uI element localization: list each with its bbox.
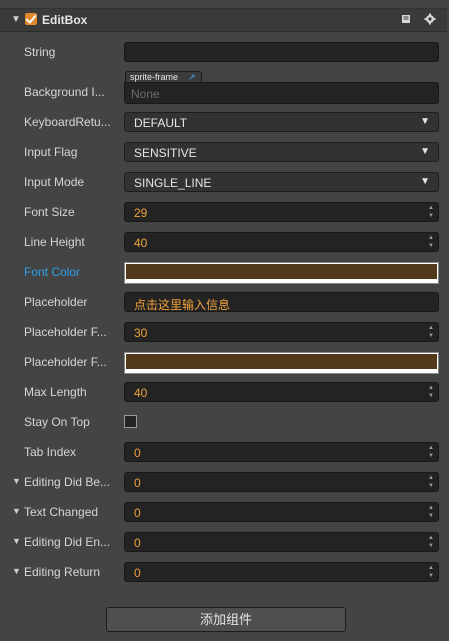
number-stepper[interactable]: ▲ ▼ — [427, 204, 437, 220]
event-label: Editing Did En... — [24, 535, 111, 549]
placeholder-input[interactable]: 点击这里输入信息 — [124, 292, 439, 312]
number-value: 0 — [134, 536, 141, 550]
prop-label: Font Size — [24, 205, 75, 219]
prop-placeholder-font-size: Placeholder F... 30 ▲ ▼ — [0, 320, 449, 346]
max-length-input[interactable]: 40 ▲ ▼ — [124, 382, 439, 402]
keyboard-return-select[interactable]: DEFAULT ▼ — [124, 112, 439, 132]
number-value: 0 — [134, 446, 141, 460]
prop-label: Background I... — [24, 85, 105, 99]
number-stepper[interactable]: ▲ ▼ — [427, 324, 437, 340]
number-value: 0 — [134, 476, 141, 490]
prop-label: Placeholder F... — [24, 355, 107, 369]
enabled-checkbox[interactable] — [25, 13, 37, 25]
select-value: SINGLE_LINE — [134, 176, 212, 190]
number-value: 29 — [134, 206, 148, 220]
prop-font-color: Font Color — [0, 260, 449, 286]
color-swatch — [126, 354, 437, 369]
event-count-input[interactable]: 0 ▲ ▼ — [124, 562, 439, 582]
number-value: 0 — [134, 506, 141, 520]
number-value: 40 — [134, 236, 148, 250]
number-stepper[interactable]: ▲ ▼ — [427, 564, 437, 580]
event-count-input[interactable]: 0 ▲ ▼ — [124, 532, 439, 552]
line-height-input[interactable]: 40 ▲ ▼ — [124, 232, 439, 252]
number-stepper[interactable]: ▲ ▼ — [427, 384, 437, 400]
prop-input-flag: Input Flag SENSITIVE ▼ — [0, 140, 449, 166]
component-title: EditBox — [42, 13, 88, 27]
event-editing-did-end[interactable]: ▼ Editing Did En... 0 ▲ ▼ — [0, 530, 449, 556]
event-count-input[interactable]: 0 ▲ ▼ — [124, 472, 439, 492]
prop-input-mode: Input Mode SINGLE_LINE ▼ — [0, 170, 449, 196]
select-value: SENSITIVE — [134, 146, 197, 160]
number-stepper[interactable]: ▲ ▼ — [427, 444, 437, 460]
prop-label: KeyboardRetu... — [24, 115, 111, 129]
string-input[interactable] — [124, 42, 439, 62]
prop-label: Tab Index — [24, 445, 77, 459]
prop-label: Max Length — [24, 385, 87, 399]
component-header[interactable]: ▼ EditBox — [0, 8, 447, 32]
sprite-frame-type: sprite-frame — [130, 72, 179, 82]
inspector-panel: ▼ EditBox String Background I... sprite-… — [0, 0, 449, 641]
expand-arrow-icon[interactable]: ▼ — [12, 566, 21, 576]
event-count-input[interactable]: 0 ▲ ▼ — [124, 502, 439, 522]
number-value: 40 — [134, 386, 148, 400]
number-stepper[interactable]: ▲ ▼ — [427, 474, 437, 490]
event-label: Editing Did Be... — [24, 475, 111, 489]
event-label: Editing Return — [24, 565, 101, 579]
color-swatch — [126, 264, 437, 279]
add-component-button[interactable]: 添加组件 — [106, 607, 346, 632]
gear-icon[interactable] — [424, 13, 436, 25]
prop-label: String — [24, 45, 56, 59]
background-image-value: None — [131, 87, 160, 101]
prop-placeholder-font-color: Placeholder F... — [0, 350, 449, 376]
prop-label: Stay On Top — [24, 415, 90, 429]
expand-arrow-icon[interactable]: ▼ — [12, 506, 21, 516]
prop-label: Placeholder — [24, 295, 88, 309]
prop-string: String — [0, 40, 449, 66]
prop-label: Line Height — [24, 235, 85, 249]
prop-label: Input Flag — [24, 145, 78, 159]
dropdown-caret-icon: ▼ — [420, 176, 430, 187]
prop-font-size: Font Size 29 ▲ ▼ — [0, 200, 449, 226]
event-label: Text Changed — [24, 505, 99, 519]
book-icon[interactable] — [400, 13, 412, 25]
number-value: 0 — [134, 566, 141, 580]
input-flag-select[interactable]: SENSITIVE ▼ — [124, 142, 439, 162]
number-value: 30 — [134, 326, 148, 340]
select-value: DEFAULT — [134, 116, 188, 130]
event-editing-return[interactable]: ▼ Editing Return 0 ▲ ▼ — [0, 560, 449, 586]
font-color-picker[interactable] — [124, 262, 439, 284]
dropdown-caret-icon: ▼ — [420, 146, 430, 157]
expand-arrow-icon[interactable]: ▼ — [12, 476, 21, 486]
placeholder-value: 点击这里输入信息 — [134, 298, 231, 312]
font-size-input[interactable]: 29 ▲ ▼ — [124, 202, 439, 222]
number-stepper[interactable]: ▲ ▼ — [427, 504, 437, 520]
placeholder-font-size-input[interactable]: 30 ▲ ▼ — [124, 322, 439, 342]
prop-stay-on-top: Stay On Top — [0, 410, 449, 436]
expand-arrow-icon[interactable]: ▼ — [12, 536, 21, 546]
prop-label: Input Mode — [24, 175, 85, 189]
number-stepper[interactable]: ▲ ▼ — [427, 234, 437, 250]
stay-on-top-checkbox[interactable] — [124, 415, 137, 428]
input-mode-select[interactable]: SINGLE_LINE ▼ — [124, 172, 439, 192]
background-image-field[interactable]: None — [124, 82, 439, 104]
placeholder-font-color-picker[interactable] — [124, 352, 439, 374]
prop-label: Placeholder F... — [24, 325, 107, 339]
prop-tab-index: Tab Index 0 ▲ ▼ — [0, 440, 449, 466]
event-text-changed[interactable]: ▼ Text Changed 0 ▲ ▼ — [0, 500, 449, 526]
tab-index-input[interactable]: 0 ▲ ▼ — [124, 442, 439, 462]
prop-line-height: Line Height 40 ▲ ▼ — [0, 230, 449, 256]
prop-keyboard-return: KeyboardRetu... DEFAULT ▼ — [0, 110, 449, 136]
collapse-arrow-icon[interactable]: ▼ — [11, 14, 21, 25]
event-editing-did-begin[interactable]: ▼ Editing Did Be... 0 ▲ ▼ — [0, 470, 449, 496]
number-stepper[interactable]: ▲ ▼ — [427, 534, 437, 550]
prop-placeholder: Placeholder 点击这里输入信息 — [0, 290, 449, 316]
prop-max-length: Max Length 40 ▲ ▼ — [0, 380, 449, 406]
dropdown-caret-icon: ▼ — [420, 116, 430, 127]
prop-label: Font Color — [24, 265, 81, 279]
